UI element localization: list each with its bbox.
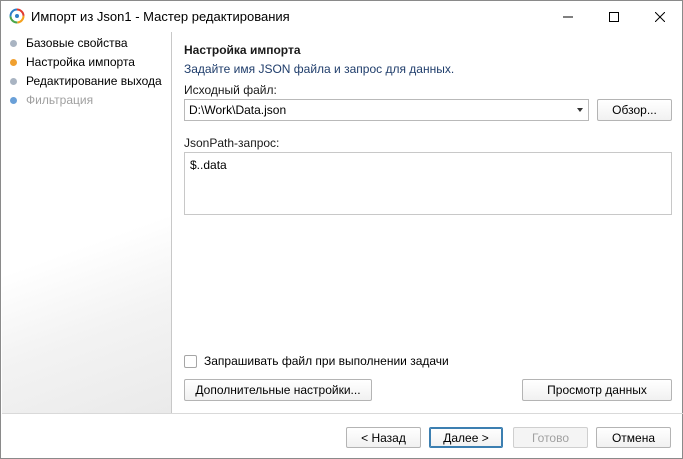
step-edit-output[interactable]: Редактирование выхода xyxy=(10,73,162,89)
step-label: Базовые свойства xyxy=(26,36,128,50)
next-button[interactable]: Далее > xyxy=(429,427,503,448)
cancel-button[interactable]: Отмена xyxy=(596,427,671,448)
ask-file-checkbox-row[interactable]: Запрашивать файл при выполнении задачи xyxy=(184,353,449,369)
wizard-window: Импорт из Json1 - Мастер редактирования … xyxy=(0,0,683,459)
step-import-settings[interactable]: Настройка импорта xyxy=(10,54,135,70)
finish-button: Готово xyxy=(513,427,588,448)
back-button[interactable]: < Назад xyxy=(346,427,421,448)
footer-divider xyxy=(2,413,683,414)
browse-button[interactable]: Обзор... xyxy=(597,99,672,121)
wizard-steps-sidebar: Базовые свойства Настройка импорта Редак… xyxy=(2,32,171,413)
step-label: Настройка импорта xyxy=(26,55,135,69)
minimize-icon xyxy=(563,16,573,17)
chevron-down-icon[interactable] xyxy=(577,108,583,112)
source-file-combobox[interactable]: D:\Work\Data.json xyxy=(184,99,589,121)
close-button[interactable] xyxy=(637,1,683,32)
preview-data-button[interactable]: Просмотр данных xyxy=(522,379,672,401)
jsonpath-query-value: $..data xyxy=(190,158,227,172)
source-file-value: D:\Work\Data.json xyxy=(189,103,287,117)
minimize-button[interactable] xyxy=(545,1,591,32)
app-icon xyxy=(9,8,25,24)
import-settings-panel: Настройка импорта Задайте имя JSON файла… xyxy=(172,32,683,413)
jsonpath-query-label: JsonPath-запрос: xyxy=(184,136,280,150)
source-file-label: Исходный файл: xyxy=(184,83,277,97)
step-dot-icon xyxy=(10,96,17,104)
step-dot-icon xyxy=(10,39,17,47)
maximize-icon xyxy=(609,11,619,22)
window-title: Импорт из Json1 - Мастер редактирования xyxy=(31,9,290,24)
section-description: Задайте имя JSON файла и запрос для данн… xyxy=(184,62,455,76)
step-label: Фильтрация xyxy=(26,93,94,107)
title-bar[interactable]: Импорт из Json1 - Мастер редактирования xyxy=(1,1,682,32)
maximize-button[interactable] xyxy=(591,1,637,32)
section-title: Настройка импорта xyxy=(184,43,301,57)
step-basic-properties[interactable]: Базовые свойства xyxy=(10,35,128,51)
advanced-settings-button[interactable]: Дополнительные настройки... xyxy=(184,379,372,401)
step-label: Редактирование выхода xyxy=(26,74,162,88)
step-dot-icon xyxy=(10,58,17,66)
step-dot-icon xyxy=(10,77,17,85)
ask-file-label: Запрашивать файл при выполнении задачи xyxy=(204,354,449,368)
close-icon xyxy=(655,11,665,22)
step-filtering: Фильтрация xyxy=(10,92,93,108)
jsonpath-query-input[interactable]: $..data xyxy=(184,152,672,215)
ask-file-checkbox[interactable] xyxy=(184,354,197,368)
